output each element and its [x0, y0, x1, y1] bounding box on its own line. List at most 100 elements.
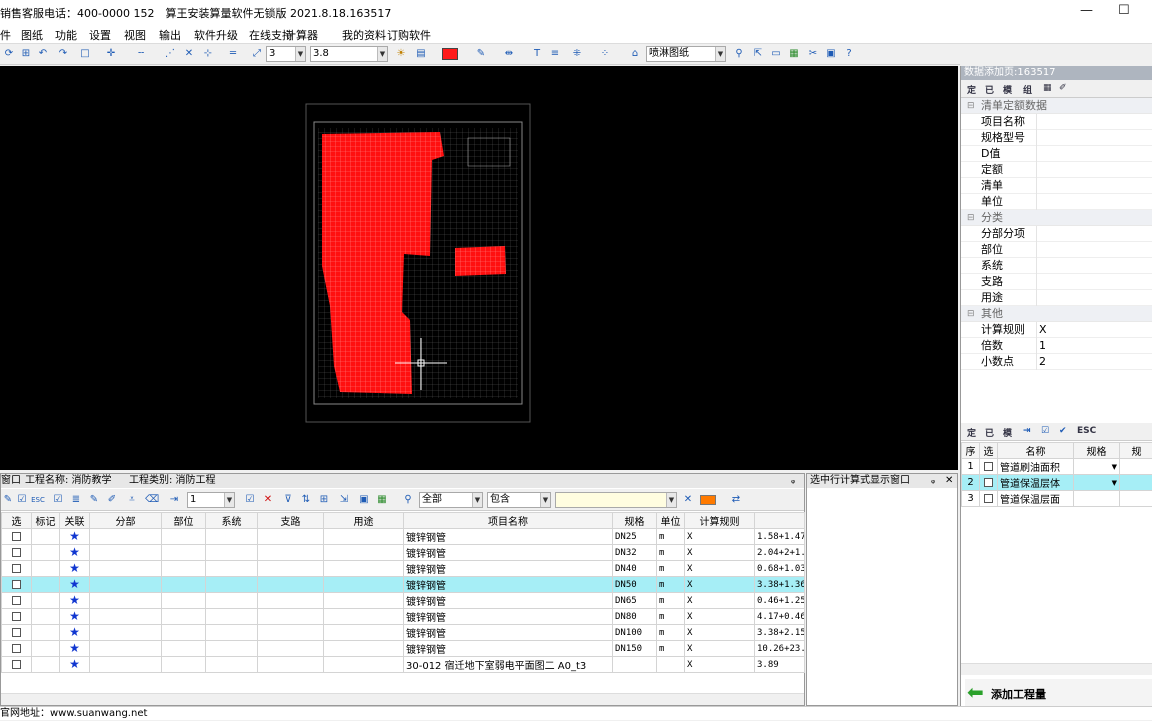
align-icon[interactable]: ≡ [548, 47, 562, 61]
table-row[interactable]: ★镀锌钢管DN65mX0.46+1.25 [2, 593, 805, 609]
location-cell[interactable] [162, 561, 206, 577]
location-cell[interactable] [162, 529, 206, 545]
star-icon[interactable]: ★ [60, 545, 90, 561]
location-cell[interactable] [162, 625, 206, 641]
menu-function[interactable]: 功能 [55, 27, 77, 43]
branch-cell[interactable] [258, 561, 324, 577]
undo-icon[interactable]: ↶ [36, 47, 50, 61]
mark-cell[interactable] [32, 545, 60, 561]
star-icon[interactable]: ★ [69, 641, 80, 655]
row-checkbox[interactable] [2, 529, 32, 545]
item-name-cell[interactable]: 镀锌钢管 [404, 577, 613, 593]
prop-row[interactable]: 项目名称 [961, 114, 1152, 130]
menu-drawing[interactable]: 图纸 [21, 27, 43, 43]
checkbox[interactable] [12, 532, 21, 541]
refresh-icon[interactable]: ⟳ [2, 47, 16, 61]
table-row[interactable]: 1 管道刷油面积 ▼ [962, 459, 1152, 475]
rule-cell[interactable]: X [685, 577, 755, 593]
star-icon[interactable]: ★ [69, 545, 80, 559]
star-icon[interactable]: ★ [69, 609, 80, 623]
row-checkbox[interactable] [2, 641, 32, 657]
unit-cell[interactable]: m [657, 641, 685, 657]
formula-cell[interactable]: 1.58+1.47 [755, 529, 805, 545]
unit-cell[interactable]: m [657, 577, 685, 593]
formula-cell[interactable]: 3.89 [755, 657, 805, 673]
page-icon[interactable]: ▭ [769, 47, 783, 61]
table-row[interactable]: 2 管道保温层体 ▼ [962, 475, 1152, 491]
tool-yi[interactable]: 已 [985, 426, 994, 439]
horizontal-scrollbar[interactable] [961, 663, 1152, 675]
table-row[interactable]: ★30-012 宿迁地下室弱电平面图二 A0_t3X3.89 [2, 657, 805, 673]
scale-icon[interactable]: ⤢ [250, 47, 264, 61]
crosshair-icon[interactable]: ✛ [104, 47, 118, 61]
redo-icon[interactable]: ↷ [56, 47, 70, 61]
prop-row[interactable]: 倍数1 [961, 338, 1152, 354]
location-cell[interactable] [162, 593, 206, 609]
bulb-icon[interactable]: ☀ [394, 47, 408, 61]
system-cell[interactable] [206, 561, 258, 577]
section-category[interactable]: ⊟分类 [961, 210, 1152, 226]
branch-cell[interactable] [258, 609, 324, 625]
text-icon[interactable]: T [530, 47, 544, 61]
system-cell[interactable] [206, 657, 258, 673]
tools-icon[interactable]: ✂ [806, 47, 820, 61]
row-checkbox[interactable] [984, 478, 993, 487]
table-icon[interactable]: ▦ [787, 47, 801, 61]
zoom-extents-icon[interactable]: ⊞ [19, 47, 33, 61]
dim-icon[interactable]: ⇹ [502, 47, 516, 61]
table-row[interactable]: ★镀锌钢管DN25mX1.58+1.47 [2, 529, 805, 545]
star-icon[interactable]: ★ [60, 641, 90, 657]
menu-online-support[interactable]: 计算器 [285, 27, 318, 43]
usage-cell[interactable] [324, 577, 404, 593]
usage-cell[interactable] [324, 657, 404, 673]
sort-icon[interactable]: ⇅ [299, 493, 313, 507]
division-cell[interactable] [90, 593, 162, 609]
mark-cell[interactable] [32, 609, 60, 625]
spec-cell[interactable]: DN150 [613, 641, 657, 657]
menu-my-info[interactable]: 订购软件 [387, 27, 431, 43]
star-icon[interactable]: ★ [69, 561, 80, 575]
list-icon[interactable]: ≣ [69, 493, 83, 507]
collapse-icon[interactable]: ⊟ [967, 98, 975, 114]
minimize-button[interactable]: — [1080, 3, 1093, 18]
pin-icon[interactable]: ᵩ [931, 474, 935, 488]
star-icon[interactable]: ★ [60, 529, 90, 545]
row-checkbox[interactable] [2, 625, 32, 641]
tool-mo[interactable]: 模 [1003, 83, 1012, 96]
item-name-cell[interactable]: 镀锌钢管 [404, 593, 613, 609]
location-cell[interactable] [162, 545, 206, 561]
line-weight-icon[interactable]: ═ [226, 47, 240, 61]
row-checkbox[interactable] [2, 657, 32, 673]
menu-upgrade[interactable]: 软件升级 [194, 27, 238, 43]
star-icon[interactable]: ★ [60, 577, 90, 593]
table-row[interactable]: 3 管道保温层面 [962, 491, 1152, 507]
eraser-icon[interactable]: ⌫ [145, 493, 159, 507]
rule-cell[interactable]: X [685, 545, 755, 561]
item-name-cell[interactable]: 镀锌钢管 [404, 529, 613, 545]
swap-icon[interactable]: ⇄ [729, 493, 743, 507]
item-name-cell[interactable]: 30-012 宿迁地下室弱电平面图二 A0_t3 [404, 657, 613, 673]
division-cell[interactable] [90, 657, 162, 673]
checkbox[interactable] [12, 564, 21, 573]
grid-icon[interactable]: ⊹ [201, 47, 215, 61]
unit-cell[interactable]: m [657, 529, 685, 545]
spec-dropdown[interactable]: ▼ [1074, 475, 1120, 491]
clear-filter-icon[interactable]: ✕ [681, 493, 695, 507]
mark-cell[interactable] [32, 577, 60, 593]
checkbox[interactable] [12, 612, 21, 621]
usage-cell[interactable] [324, 529, 404, 545]
export-icon[interactable]: ⇲ [337, 493, 351, 507]
page-number-combo[interactable]: 1▼ [187, 492, 235, 508]
rule-cell[interactable]: X [685, 625, 755, 641]
formula-cell[interactable]: 2.04+2+1. [755, 545, 805, 561]
division-cell[interactable] [90, 577, 162, 593]
checkbox[interactable] [12, 548, 21, 557]
branch-cell[interactable] [258, 657, 324, 673]
checkbox[interactable] [12, 596, 21, 605]
division-cell[interactable] [90, 561, 162, 577]
star-icon[interactable]: ★ [69, 593, 80, 607]
checkbox[interactable] [12, 644, 21, 653]
row-checkbox[interactable] [2, 609, 32, 625]
prop-row[interactable]: 小数点2 [961, 354, 1152, 370]
indent-icon[interactable]: ⇥ [167, 493, 181, 507]
